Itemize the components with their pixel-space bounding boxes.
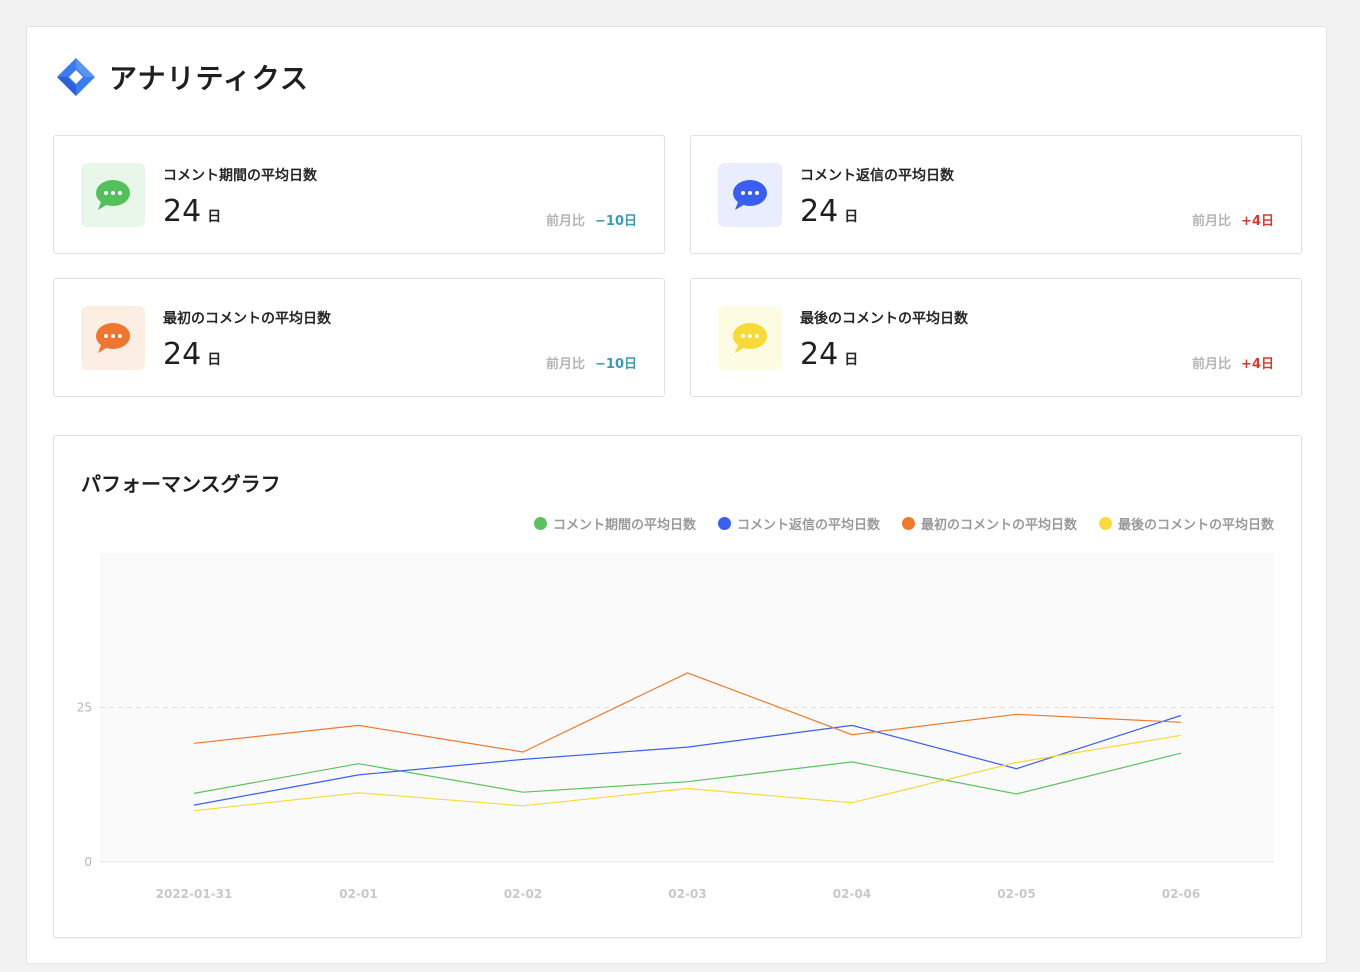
metric-card-last-comment: 最後のコメントの平均日数 24 日 前月比 +4日 xyxy=(690,278,1302,397)
x-tick-label: 02-06 xyxy=(1162,887,1200,901)
card-label: 最初のコメントの平均日数 xyxy=(163,311,331,327)
x-tick-label: 02-03 xyxy=(668,887,706,901)
chat-bubble-icon xyxy=(96,180,130,210)
compare-label: 前月比 xyxy=(1192,214,1232,229)
card-label: コメント返信の平均日数 xyxy=(800,168,954,184)
y-tick-label: 25 xyxy=(77,701,92,715)
page-title: アナリティクス xyxy=(109,62,309,95)
card-unit: 日 xyxy=(844,209,859,225)
card-value: 24 xyxy=(163,194,202,229)
card-value: 24 xyxy=(163,337,202,372)
x-tick-label: 02-05 xyxy=(997,887,1035,901)
card-icon-box xyxy=(718,163,782,227)
card-compare: 前月比 +4日 xyxy=(1192,353,1274,372)
compare-delta: +4日 xyxy=(1241,357,1274,372)
card-label: コメント期間の平均日数 xyxy=(163,168,317,184)
x-tick-label: 2022-01-31 xyxy=(156,887,233,901)
card-unit: 日 xyxy=(207,209,222,225)
card-value-row: 24 日 xyxy=(800,194,858,229)
card-value-row: 24 日 xyxy=(800,337,858,372)
card-value-row: 24 日 xyxy=(163,337,221,372)
card-value: 24 xyxy=(800,194,839,229)
card-compare: 前月比 −10日 xyxy=(546,353,637,372)
card-icon-box xyxy=(81,306,145,370)
x-tick-label: 02-01 xyxy=(339,887,377,901)
metric-card-comment-period: コメント期間の平均日数 24 日 前月比 −10日 xyxy=(53,135,665,254)
compare-delta: −10日 xyxy=(595,214,637,229)
chat-bubble-icon xyxy=(733,180,767,210)
line-chart: 0 25 2022-01-31 02-01 02-02 02-03 02-04 02-05 02… xyxy=(77,553,1274,901)
card-unit: 日 xyxy=(844,352,859,368)
diamond-logo-icon xyxy=(57,58,95,96)
card-icon-box xyxy=(81,163,145,227)
compare-label: 前月比 xyxy=(546,214,586,229)
compare-delta: +4日 xyxy=(1241,214,1274,229)
compare-label: 前月比 xyxy=(1192,357,1232,372)
compare-delta: −10日 xyxy=(595,357,637,372)
analytics-panel: アナリティクス コメント期間の平均日数 24 日 前月比 −10日 コメント返信… xyxy=(26,26,1327,964)
x-tick-label: 02-04 xyxy=(833,887,871,901)
card-value-row: 24 日 xyxy=(163,194,221,229)
card-value: 24 xyxy=(800,337,839,372)
card-compare: 前月比 −10日 xyxy=(546,210,637,229)
page-header: アナリティクス xyxy=(55,57,309,97)
x-tick-label: 02-02 xyxy=(504,887,542,901)
metric-card-first-comment: 最初のコメントの平均日数 24 日 前月比 −10日 xyxy=(53,278,665,397)
compare-label: 前月比 xyxy=(546,357,586,372)
card-unit: 日 xyxy=(207,352,222,368)
card-icon-box xyxy=(718,306,782,370)
performance-graph-card: パフォーマンスグラフ コメント期間の平均日数 コメント返信の平均日数 最初のコメ… xyxy=(53,435,1302,938)
y-tick-label: 0 xyxy=(84,855,92,869)
card-compare: 前月比 +4日 xyxy=(1192,210,1274,229)
card-label: 最後のコメントの平均日数 xyxy=(800,311,968,327)
chat-bubble-icon xyxy=(733,323,767,353)
metric-card-comment-reply: コメント返信の平均日数 24 日 前月比 +4日 xyxy=(690,135,1302,254)
chat-bubble-icon xyxy=(96,323,130,353)
